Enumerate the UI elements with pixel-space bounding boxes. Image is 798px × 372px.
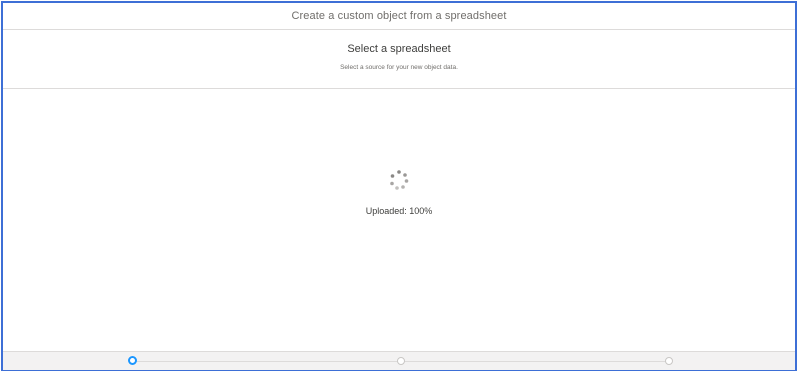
progress-step-3[interactable] [665,357,673,365]
step-header: Select a spreadsheet Select a source for… [3,30,795,89]
loading-spinner-icon [390,170,409,190]
wizard-modal: Create a custom object from a spreadshee… [1,1,797,371]
upload-status-text: Uploaded: 100% [365,206,433,216]
upload-body: Uploaded: 100% [3,89,795,351]
progress-step-1[interactable] [128,356,137,365]
wizard-footer [3,351,795,370]
step-subtitle: Select a source for your new object data… [340,64,458,71]
progress-step-2[interactable] [397,357,405,365]
step-title: Select a spreadsheet [347,43,451,55]
modal-header: Create a custom object from a spreadshee… [3,3,795,30]
modal-title: Create a custom object from a spreadshee… [291,10,507,22]
